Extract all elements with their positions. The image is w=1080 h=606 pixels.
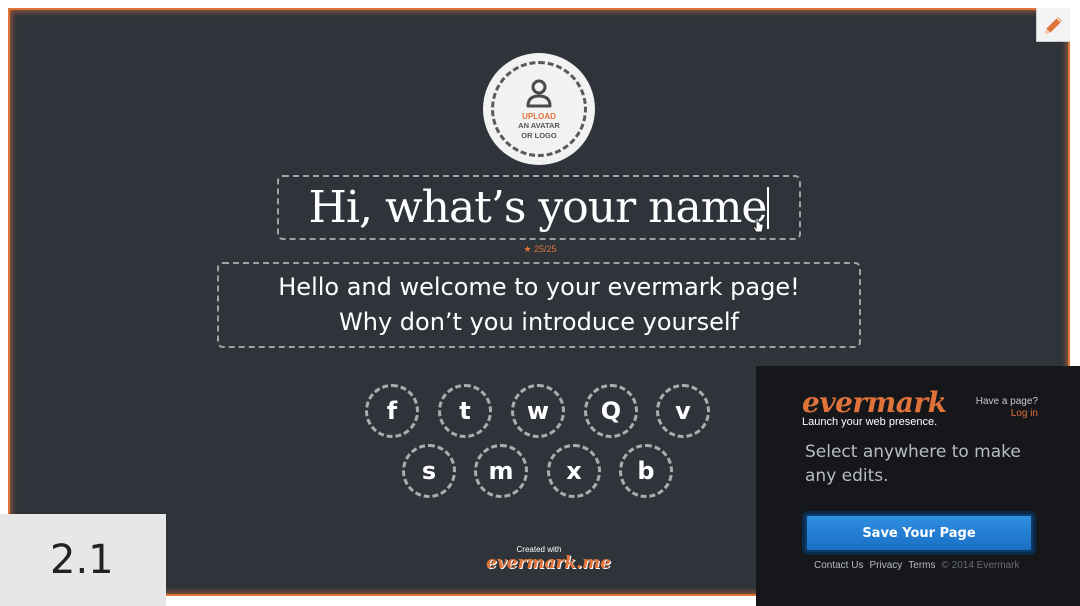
step-badge: 2.1 <box>0 514 166 606</box>
intro-line-2: Why don’t you introduce yourself <box>339 308 739 336</box>
edit-instructions: Select anywhere to make any edits. <box>805 442 1021 486</box>
have-page-text: Have a page? <box>975 396 1038 407</box>
cursor-icon <box>752 217 764 233</box>
login-link[interactable]: Log in <box>1011 408 1038 419</box>
avatar-upload[interactable]: UPLOAD AN AVATAR OR LOGO <box>483 53 595 165</box>
credit-logo: evermark.me <box>486 553 611 573</box>
star-icon: ★ <box>523 244 532 254</box>
step-badge-text: 2.1 <box>50 537 114 583</box>
social-button-facebook[interactable]: f <box>365 384 419 438</box>
contact-link[interactable]: Contact Us <box>814 560 863 571</box>
brand[interactable]: evermark Launch your web presence. <box>802 386 947 429</box>
text-caret <box>767 186 770 229</box>
social-button-wordpress[interactable]: w <box>511 384 565 438</box>
social-button-medium[interactable]: m <box>474 444 528 498</box>
social-button-vimeo[interactable]: v <box>656 384 710 438</box>
terms-link[interactable]: Terms <box>908 560 935 571</box>
avatar-dashed-ring: UPLOAD AN AVATAR OR LOGO <box>491 61 587 157</box>
evermark-panel: evermark Launch your web presence. Have … <box>756 366 1080 606</box>
char-counter: ★ 25/25 <box>515 244 565 255</box>
login-prompt: Have a page? Log in <box>976 396 1038 420</box>
social-button-behance[interactable]: b <box>619 444 673 498</box>
social-button-skype[interactable]: s <box>402 444 456 498</box>
social-button-quora[interactable]: Q <box>584 384 638 438</box>
copyright-text: © 2014 Evermark <box>941 560 1020 571</box>
brand-tagline: Launch your web presence. <box>802 416 938 428</box>
created-with-credit[interactable]: Created with evermark.me <box>486 545 611 573</box>
privacy-link[interactable]: Privacy <box>869 560 902 571</box>
social-button-x[interactable]: x <box>547 444 601 498</box>
name-text: Hi, what’s your name <box>308 182 768 233</box>
avatar-sub-label-2: OR LOGO <box>521 130 557 140</box>
social-button-twitter[interactable]: t <box>438 384 492 438</box>
avatar-sub-label-1: AN AVATAR <box>518 120 560 130</box>
char-count-text: 25/25 <box>534 244 557 254</box>
footer-links: Contact Us Privacy Terms © 2014 Evermark <box>814 560 1019 571</box>
save-page-button[interactable]: Save Your Page <box>805 514 1033 552</box>
brand-logo: evermark <box>802 386 947 419</box>
user-icon <box>526 79 552 107</box>
edit-button[interactable] <box>1036 8 1070 42</box>
pencil-icon <box>1044 16 1062 34</box>
avatar-upload-label: UPLOAD <box>522 111 556 121</box>
name-field[interactable]: Hi, what’s your name <box>277 175 801 240</box>
intro-field[interactable]: Hello and welcome to your evermark page!… <box>217 262 861 348</box>
intro-line-1: Hello and welcome to your evermark page! <box>278 273 800 301</box>
